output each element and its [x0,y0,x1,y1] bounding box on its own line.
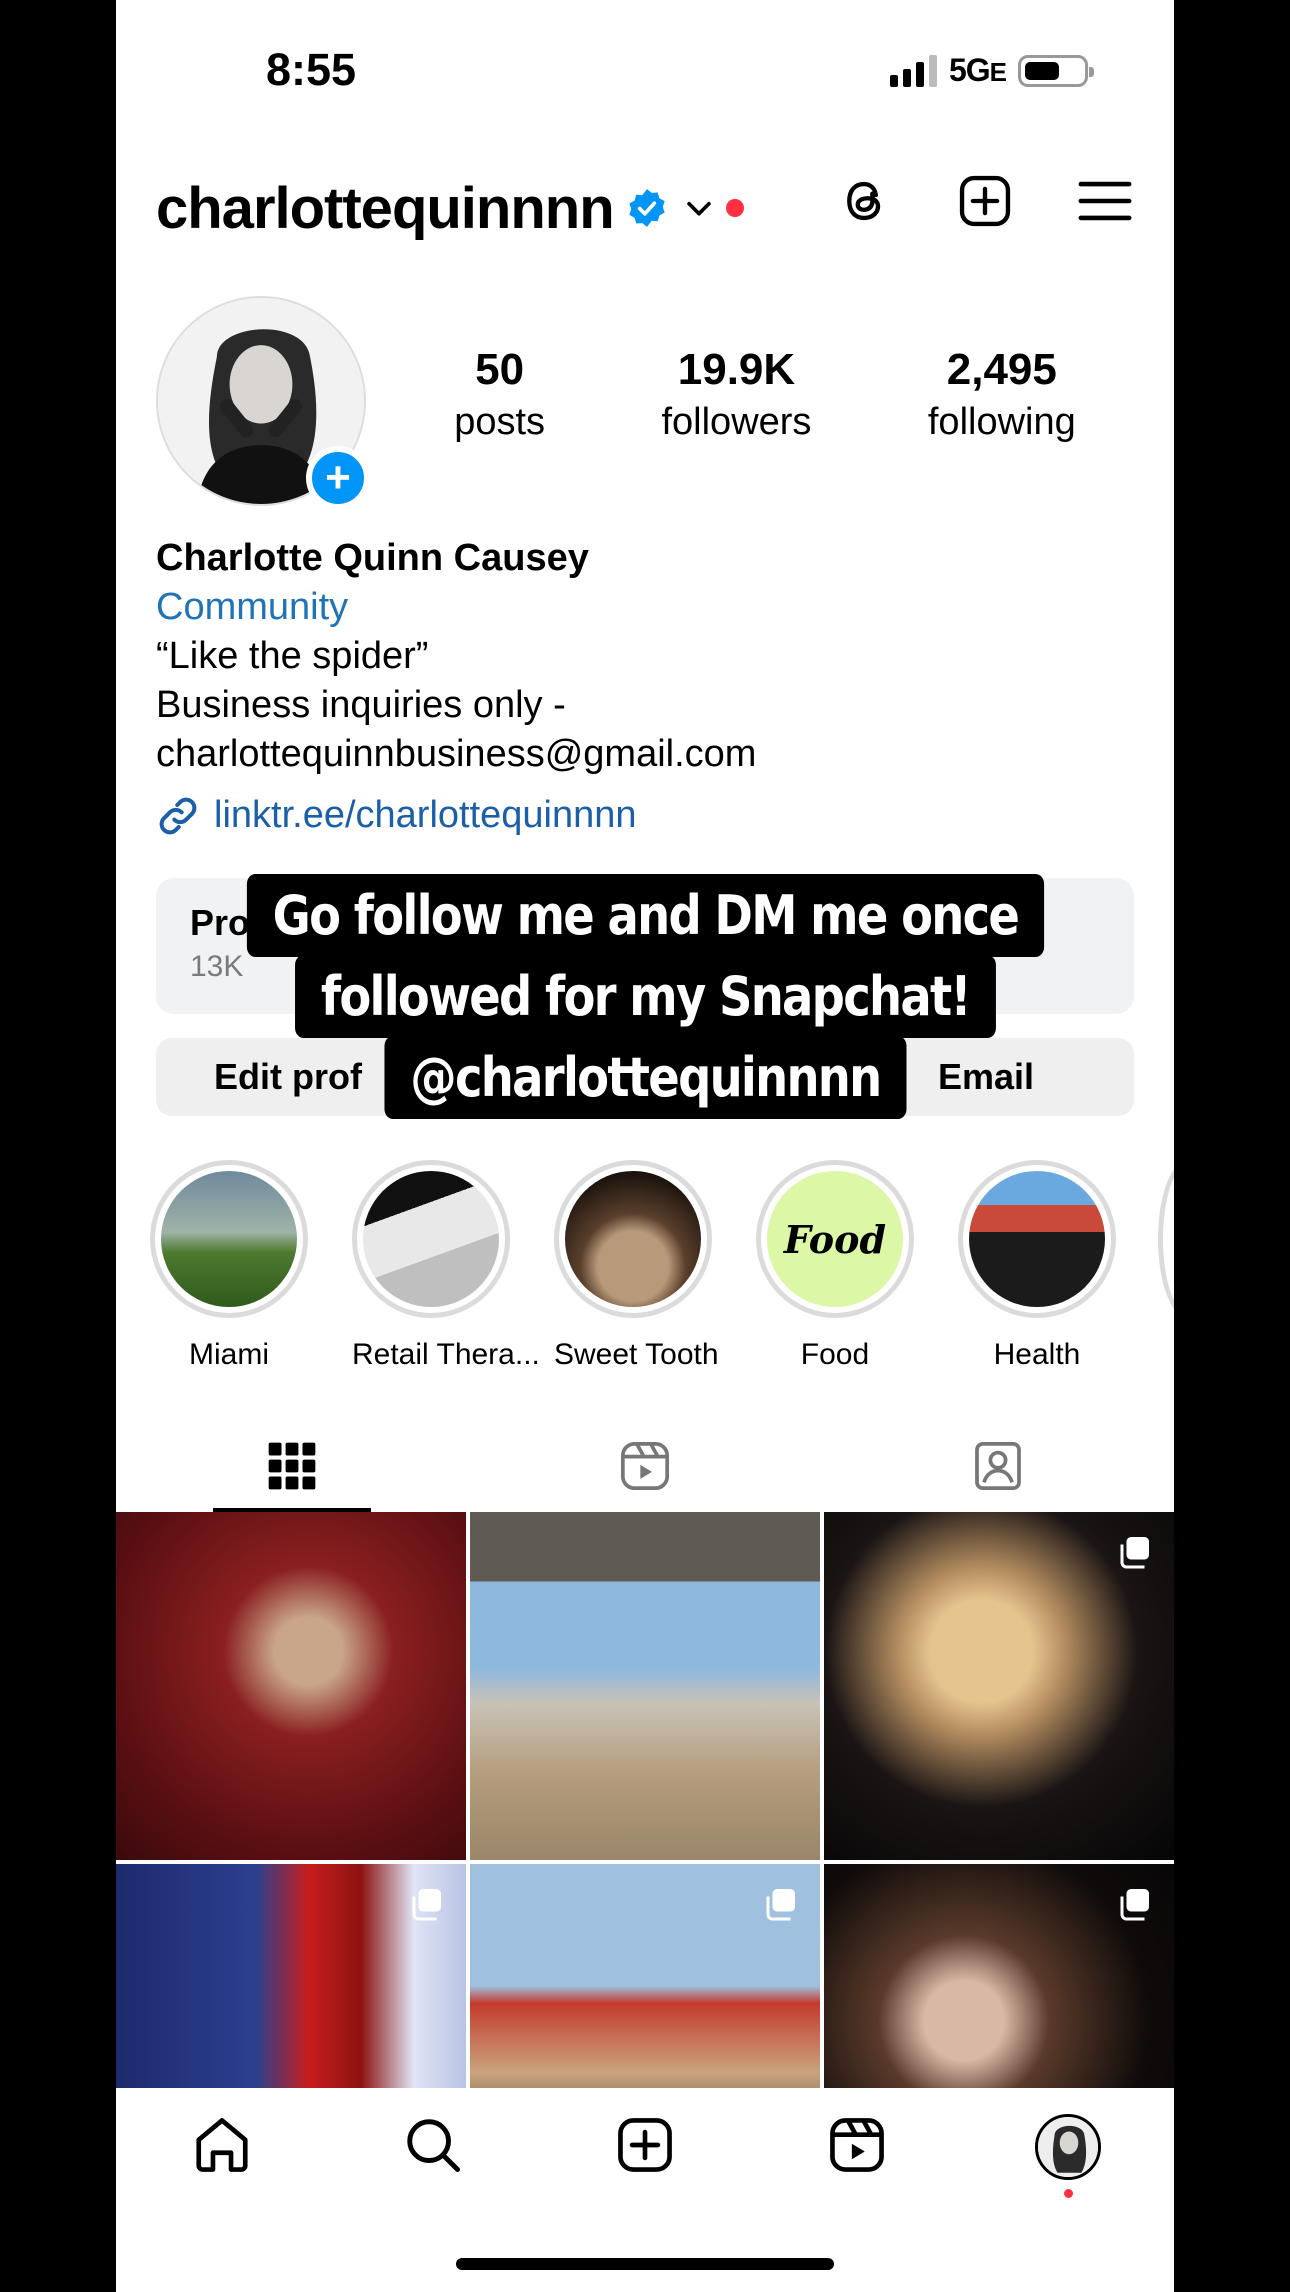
highlight-food[interactable]: Food Food [756,1160,914,1372]
profile-header: charlottequinnnn [156,168,1134,248]
phone-screen: 8:55 5GE charlottequinnnn + 50 posts 19.… [116,0,1174,2292]
bio-email: charlottequinnbusiness@gmail.com [156,733,757,775]
tabbar-search[interactable] [393,2114,473,2194]
create-icon [618,2118,672,2172]
profile-avatar-icon [1035,2114,1102,2180]
header-actions [836,172,1134,230]
profile-stats: 50 posts 19.9K followers 2,495 following [396,345,1134,444]
text-sticker: Go follow me and DM me once followed for… [116,874,1174,1119]
reels-icon [829,2118,884,2172]
tab-tagged[interactable] [821,1420,1174,1512]
category-label[interactable]: Community [156,583,1134,632]
menu-icon[interactable] [1076,172,1134,230]
notification-dot [1064,2189,1074,2198]
followers-stat[interactable]: 19.9K followers [661,345,811,444]
posts-stat[interactable]: 50 posts [454,345,545,444]
carousel-icon [412,1889,441,1921]
post-thumbnail[interactable] [824,1512,1174,1860]
status-time: 8:55 [266,44,357,95]
verified-badge-icon [629,189,665,227]
battery-icon [1018,54,1094,87]
chevron-down-icon[interactable] [682,191,716,225]
tab-reels[interactable] [469,1420,822,1512]
tabbar-create[interactable] [605,2114,685,2194]
highlight-sweet-tooth[interactable]: Sweet Tooth [554,1160,719,1372]
display-name: Charlotte Quinn Causey [156,537,589,579]
threads-icon[interactable] [836,172,894,230]
profile-tabs [116,1420,1174,1512]
post-thumbnail[interactable] [470,1512,820,1860]
tabbar-reels[interactable] [817,2114,897,2194]
add-story-icon[interactable]: + [306,446,370,510]
highlight-miami[interactable]: Miami [150,1160,308,1372]
tab-posts-grid[interactable] [116,1420,469,1512]
carousel-icon [1120,1889,1149,1921]
username-switcher[interactable]: charlottequinnnn [156,175,615,242]
create-post-icon[interactable] [956,172,1014,230]
highlight-partial[interactable] [1158,1160,1174,1318]
bio-line: “Like the spider” [156,635,429,677]
profile-avatar[interactable]: + [156,296,370,510]
home-indicator[interactable] [456,2258,834,2270]
link-icon [159,797,197,834]
carousel-icon [1120,1537,1149,1569]
following-stat[interactable]: 2,495 following [928,345,1076,444]
profile-bio: Charlotte Quinn Causey Community “Like t… [156,534,1134,840]
bio-line: Business inquiries only - [156,684,566,726]
post-thumbnail[interactable] [116,1512,466,1860]
signal-icon [889,54,937,87]
tagged-icon [974,1441,1021,1491]
carousel-icon [766,1889,795,1921]
highlight-health[interactable]: Health [958,1160,1116,1372]
search-icon [407,2119,461,2172]
story-highlights: Miami Retail Thera... Sweet Tooth Food F… [150,1160,1116,1372]
highlight-retail[interactable]: Retail Thera... [352,1160,540,1372]
network-label: 5GE [948,52,1007,88]
bio-link[interactable]: linktr.ee/charlottequinnnn [156,791,1134,840]
tabbar-home[interactable] [182,2114,262,2194]
home-icon [196,2118,248,2172]
status-indicators: 5GE [889,52,1094,89]
tabbar-profile[interactable] [1028,2114,1108,2198]
notification-dot [725,199,744,217]
reels-icon [620,1441,670,1491]
grid-icon [268,1442,316,1490]
